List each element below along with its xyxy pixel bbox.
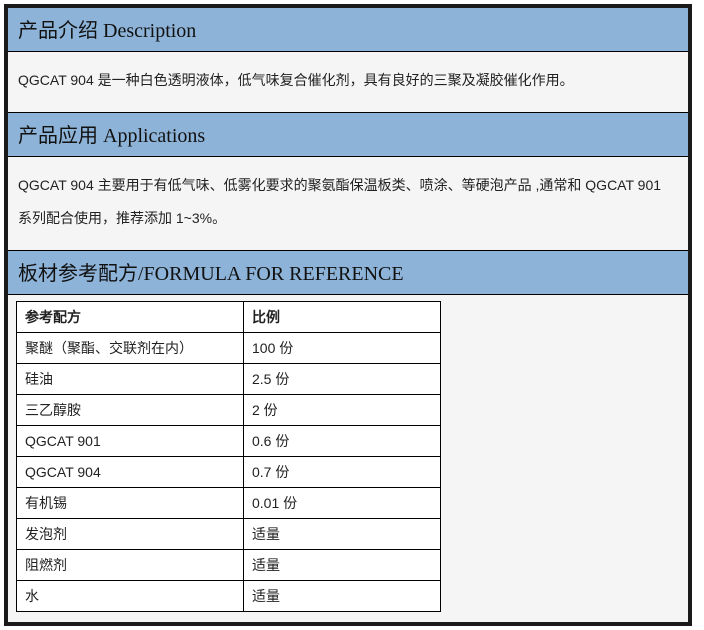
table-row: 阻燃剂 适量 xyxy=(17,549,441,580)
cell-ratio: 适量 xyxy=(244,580,441,611)
table-row: 发泡剂 适量 xyxy=(17,518,441,549)
section-header-description: 产品介绍 Description xyxy=(8,8,688,52)
formula-table-wrap: 参考配方 比例 聚醚（聚酯、交联剂在内） 100 份 硅油 2.5 份 三乙醇胺… xyxy=(8,295,688,622)
cell-ratio: 100 份 xyxy=(244,332,441,363)
table-row: 聚醚（聚酯、交联剂在内） 100 份 xyxy=(17,332,441,363)
table-header-row: 参考配方 比例 xyxy=(17,301,441,332)
table-header-ratio: 比例 xyxy=(244,301,441,332)
cell-ratio: 0.7 份 xyxy=(244,456,441,487)
section-body-description: QGCAT 904 是一种白色透明液体，低气味复合催化剂，具有良好的三聚及凝胶催… xyxy=(8,52,688,112)
section-header-formula: 板材参考配方/FORMULA FOR REFERENCE xyxy=(8,250,688,295)
cell-ratio: 2 份 xyxy=(244,394,441,425)
cell-ratio: 0.6 份 xyxy=(244,425,441,456)
cell-name: 水 xyxy=(17,580,244,611)
section-body-applications: QGCAT 904 主要用于有低气味、低雾化要求的聚氨酯保温板类、喷涂、等硬泡产… xyxy=(8,157,688,250)
table-row: QGCAT 901 0.6 份 xyxy=(17,425,441,456)
section-header-applications: 产品应用 Applications xyxy=(8,112,688,157)
cell-name: QGCAT 904 xyxy=(17,456,244,487)
cell-ratio: 0.01 份 xyxy=(244,487,441,518)
cell-name: QGCAT 901 xyxy=(17,425,244,456)
table-row: QGCAT 904 0.7 份 xyxy=(17,456,441,487)
table-row: 三乙醇胺 2 份 xyxy=(17,394,441,425)
cell-name: 阻燃剂 xyxy=(17,549,244,580)
cell-ratio: 适量 xyxy=(244,549,441,580)
table-row: 水 适量 xyxy=(17,580,441,611)
table-header-name: 参考配方 xyxy=(17,301,244,332)
table-row: 有机锡 0.01 份 xyxy=(17,487,441,518)
cell-ratio: 2.5 份 xyxy=(244,363,441,394)
document-container: 产品介绍 Description QGCAT 904 是一种白色透明液体，低气味… xyxy=(4,4,692,626)
table-row: 硅油 2.5 份 xyxy=(17,363,441,394)
cell-name: 三乙醇胺 xyxy=(17,394,244,425)
cell-name: 有机锡 xyxy=(17,487,244,518)
cell-name: 聚醚（聚酯、交联剂在内） xyxy=(17,332,244,363)
cell-name: 发泡剂 xyxy=(17,518,244,549)
formula-table: 参考配方 比例 聚醚（聚酯、交联剂在内） 100 份 硅油 2.5 份 三乙醇胺… xyxy=(16,301,441,612)
cell-name: 硅油 xyxy=(17,363,244,394)
cell-ratio: 适量 xyxy=(244,518,441,549)
